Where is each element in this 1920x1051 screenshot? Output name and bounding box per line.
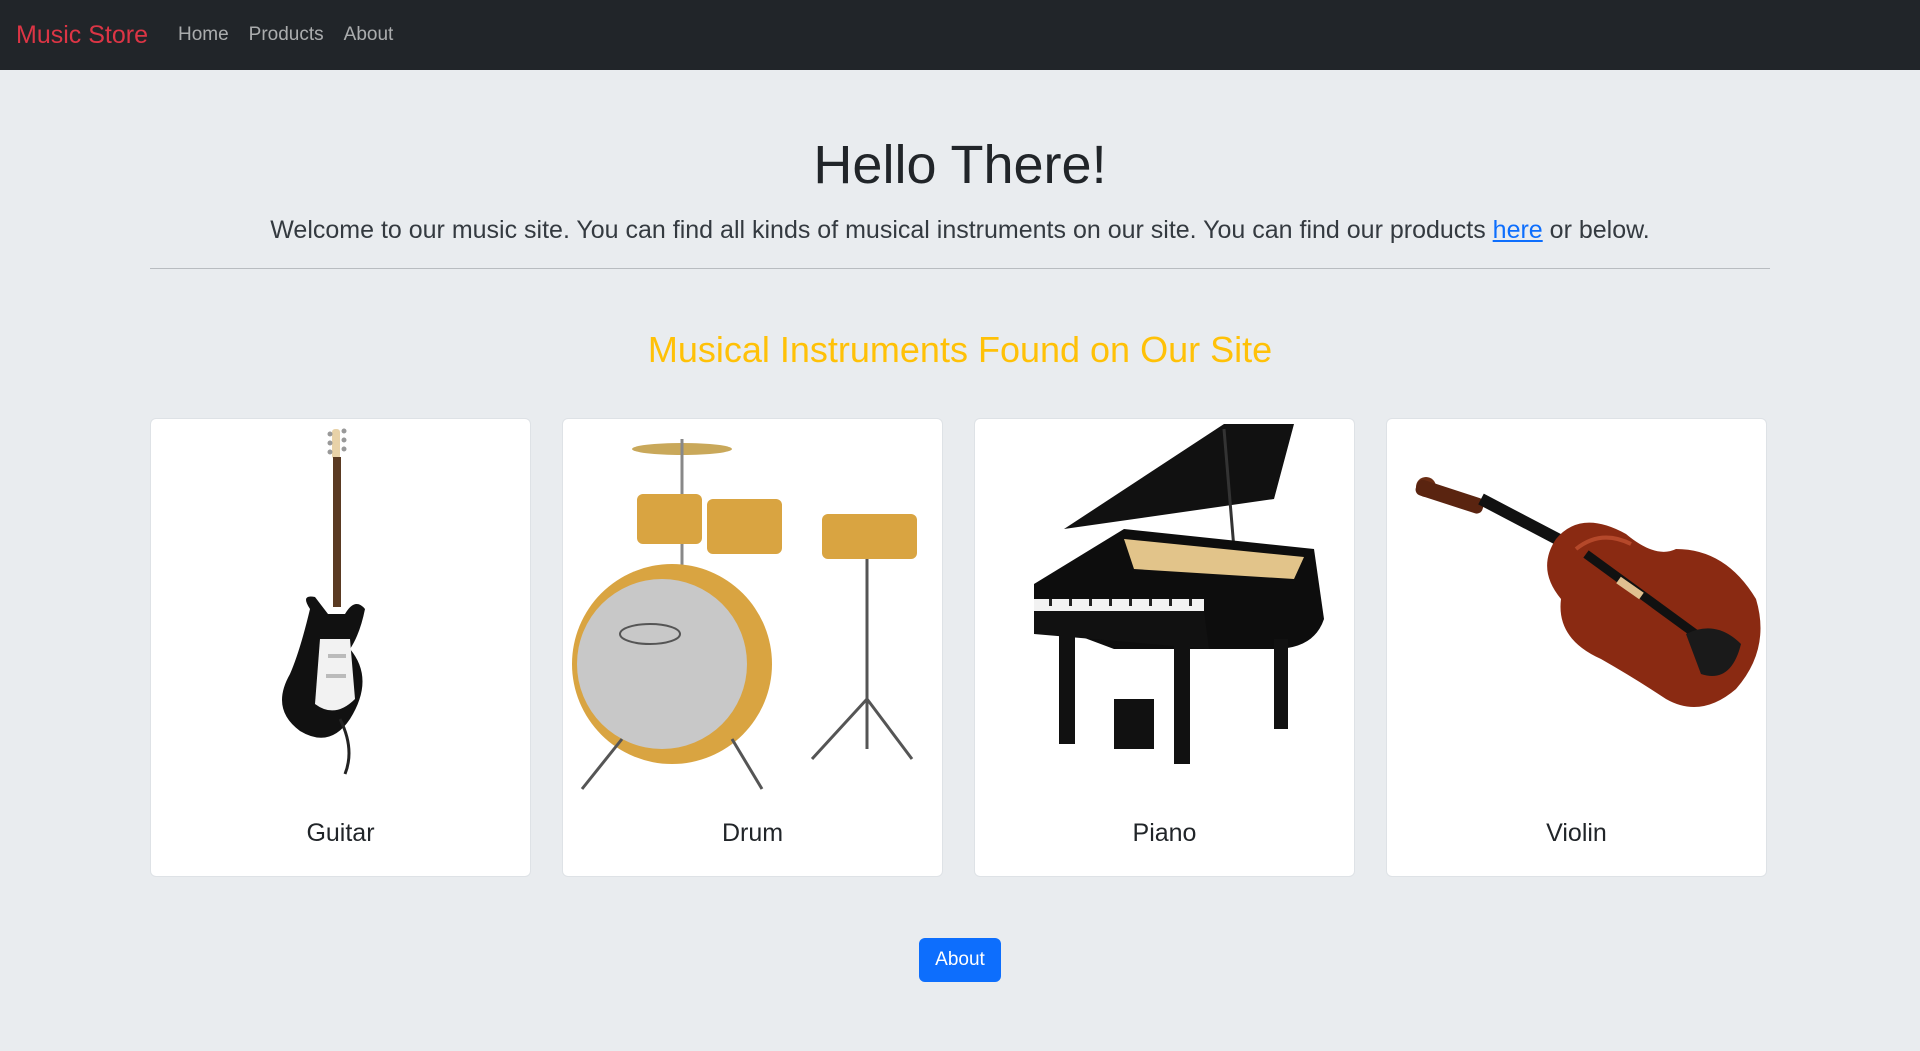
violin-image <box>1387 419 1766 804</box>
divider <box>150 267 1770 269</box>
button-container: About <box>0 937 1920 982</box>
guitar-image <box>151 419 530 804</box>
card-title-guitar: Guitar <box>306 818 375 847</box>
nav-link-about[interactable]: About <box>344 24 394 46</box>
section-title: Musical Instruments Found on Our Site <box>647 328 1273 370</box>
hero-lead: Welcome to our music site. You can find … <box>0 216 1920 245</box>
brand-link[interactable]: Music Store <box>16 21 148 50</box>
lead-text-after: or below. <box>1542 215 1650 244</box>
products-link[interactable]: here <box>1493 216 1543 244</box>
piano-image <box>975 419 1354 804</box>
card-piano[interactable]: Piano <box>974 417 1355 877</box>
card-violin[interactable]: Violin <box>1386 417 1767 877</box>
instrument-cards: Guitar Drum Piano Violin <box>150 417 1770 877</box>
about-button[interactable]: About <box>919 937 1001 982</box>
card-title-piano: Piano <box>1132 818 1197 847</box>
drum-image <box>563 419 942 804</box>
card-title-drum: Drum <box>721 818 784 847</box>
card-title-violin: Violin <box>1546 818 1607 847</box>
nav-link-home[interactable]: Home <box>178 24 229 46</box>
lead-text-before: Welcome to our music site. You can find … <box>270 215 1493 244</box>
card-drum[interactable]: Drum <box>562 417 943 877</box>
card-guitar[interactable]: Guitar <box>150 417 531 877</box>
navbar: Music Store Home Products About <box>0 0 1920 70</box>
hero-section: Hello There! Welcome to our music site. … <box>0 70 1920 269</box>
nav-link-products[interactable]: Products <box>249 24 324 46</box>
hero-title: Hello There! <box>813 135 1107 195</box>
